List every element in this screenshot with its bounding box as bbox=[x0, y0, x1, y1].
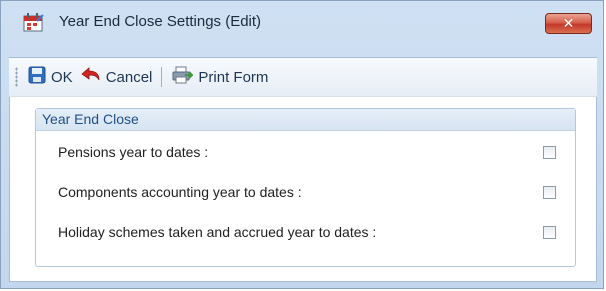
close-icon: ✕ bbox=[562, 15, 575, 32]
pensions-label: Pensions year to dates : bbox=[58, 144, 209, 160]
pensions-row: Pensions year to dates : bbox=[58, 141, 556, 163]
print-form-icon bbox=[171, 66, 195, 88]
undo-arrow-icon bbox=[81, 67, 101, 87]
calendar-report-icon bbox=[23, 12, 45, 32]
cancel-label: Cancel bbox=[105, 68, 153, 86]
components-label: Components accounting year to dates : bbox=[58, 184, 302, 200]
holiday-schemes-label: Holiday schemes taken and accrued year t… bbox=[58, 224, 377, 240]
components-row: Components accounting year to dates : bbox=[58, 181, 556, 203]
window-title: Year End Close Settings (Edit) bbox=[59, 13, 262, 30]
dialog-window: Year End Close Settings (Edit) ✕ OK Canc… bbox=[0, 0, 604, 289]
ok-label: OK bbox=[51, 68, 73, 86]
toolbar-separator bbox=[161, 67, 163, 87]
cancel-button[interactable]: Cancel bbox=[77, 63, 157, 91]
toolbar: OK Cancel Print Form bbox=[9, 58, 597, 97]
save-icon bbox=[28, 66, 46, 88]
pensions-checkbox[interactable] bbox=[543, 145, 556, 159]
ok-button[interactable]: OK bbox=[24, 63, 77, 91]
print-form-label: Print Form bbox=[198, 68, 269, 86]
print-form-button[interactable]: Print Form bbox=[167, 63, 272, 91]
toolbar-grip[interactable] bbox=[15, 67, 18, 87]
holiday-schemes-row: Holiday schemes taken and accrued year t… bbox=[58, 221, 556, 243]
year-end-close-group: Year End Close Pensions year to dates : … bbox=[35, 108, 576, 267]
components-checkbox[interactable] bbox=[543, 185, 556, 199]
title-bar[interactable]: Year End Close Settings (Edit) ✕ bbox=[1, 1, 603, 41]
holiday-schemes-checkbox[interactable] bbox=[543, 225, 556, 239]
close-button[interactable]: ✕ bbox=[545, 13, 592, 34]
group-title: Year End Close bbox=[36, 109, 575, 131]
